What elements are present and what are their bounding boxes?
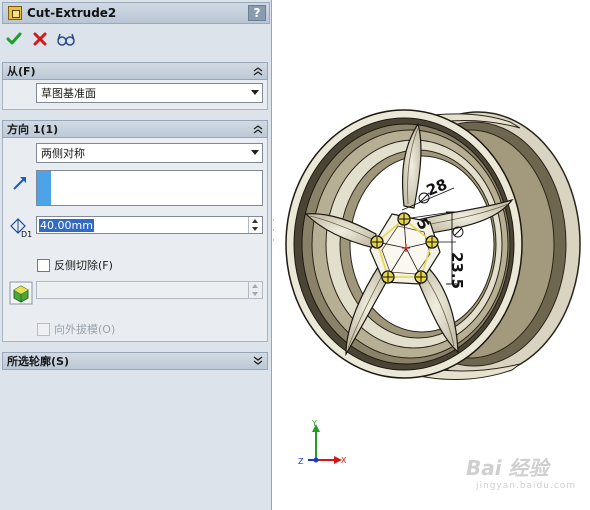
baidu-watermark: Bai 经验 jingyan.baidu.com [452, 448, 582, 498]
property-manager: Cut-Extrude2 ? 从(F) 草图基准面 方向 1(1) 两侧对称 D… [0, 0, 272, 510]
direction1-section-header[interactable]: 方向 1(1) [2, 120, 268, 138]
ok-button[interactable] [4, 29, 24, 49]
help-button[interactable]: ? [248, 5, 266, 21]
draft-spinner [248, 282, 262, 298]
coordinate-triad: Y X Z [298, 419, 347, 466]
check-icon [6, 32, 22, 45]
draft-angle-input [36, 281, 263, 299]
draft-outward-box [37, 322, 50, 336]
feature-title: Cut-Extrude2 [27, 6, 117, 20]
depth-dimension-icon: D1 [9, 216, 35, 241]
spin-up-icon[interactable] [249, 217, 262, 225]
depth-value: 40.00mm [39, 219, 94, 232]
feature-titlebar: Cut-Extrude2 ? [2, 2, 270, 24]
depth-spinner[interactable] [248, 217, 262, 233]
flip-side-checkbox[interactable]: 反侧切除(F) [37, 257, 113, 273]
from-section-title: 从(F) [7, 65, 36, 78]
spin-down-icon [249, 290, 262, 298]
draft-icon[interactable] [9, 281, 33, 308]
end-condition-combo[interactable]: 两侧对称 [36, 143, 263, 163]
cut-extrude-icon [8, 6, 22, 20]
end-condition-value: 两侧对称 [41, 147, 85, 160]
collapse-up-icon[interactable] [251, 64, 265, 78]
triad-z-label: Z [298, 457, 304, 466]
triad-y-label: Y [311, 419, 317, 428]
direction-reference-list[interactable] [36, 170, 263, 206]
detailed-preview-button[interactable] [56, 29, 76, 49]
flip-side-label: 反侧切除(F) [54, 259, 113, 272]
spin-down-icon[interactable] [249, 225, 262, 233]
direction1-section-title: 方向 1(1) [7, 123, 59, 136]
watermark-url: jingyan.baidu.com [476, 481, 577, 491]
direction1-section-body: 两侧对称 D1 40.00mm 反侧切除(F) 向外拔模(O) [2, 138, 268, 342]
cancel-button[interactable] [30, 29, 50, 49]
x-icon [33, 32, 47, 46]
selection-indicator [37, 171, 51, 205]
glasses-icon [57, 33, 75, 46]
draft-outward-checkbox: 向外拔模(O) [37, 321, 115, 337]
spin-up-icon [249, 282, 262, 290]
watermark-brand: Bai 经验 [466, 456, 549, 480]
expand-down-icon[interactable] [251, 354, 265, 368]
collapse-up-icon[interactable] [251, 122, 265, 136]
selected-contours-title: 所选轮廓(S) [7, 355, 69, 368]
depth-input[interactable]: 40.00mm [36, 216, 263, 234]
length-dimension: 23.5 [448, 252, 466, 289]
depth-label: D1 [21, 230, 32, 238]
chevron-down-icon [251, 90, 259, 95]
wheel-model[interactable]: 28 5 23.5 Y X Z [274, 0, 590, 510]
from-section-header[interactable]: 从(F) [2, 62, 268, 80]
from-combo[interactable]: 草图基准面 [36, 83, 263, 103]
from-section-body: 草图基准面 [2, 80, 268, 110]
selected-contours-header[interactable]: 所选轮廓(S) [2, 352, 268, 370]
chevron-down-icon [251, 150, 259, 155]
direction-arrow-icon[interactable] [11, 174, 29, 195]
draft-outward-label: 向外拔模(O) [54, 323, 116, 336]
action-bar [4, 28, 76, 50]
from-combo-value: 草图基准面 [41, 87, 96, 100]
triad-x-label: X [341, 456, 347, 465]
flip-side-box[interactable] [37, 258, 50, 272]
